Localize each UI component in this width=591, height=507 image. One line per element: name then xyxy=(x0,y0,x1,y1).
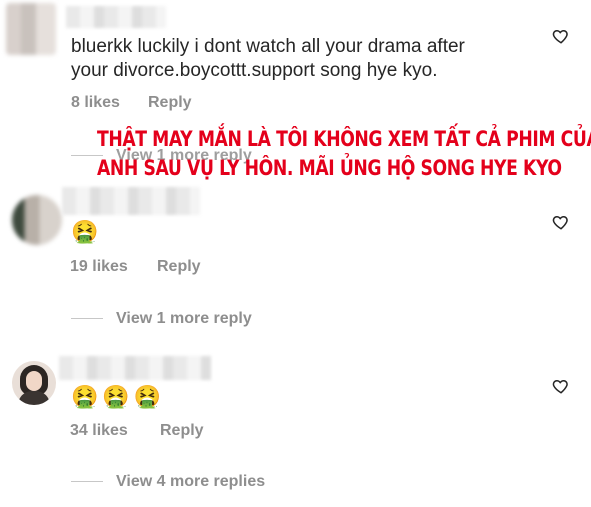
comment-text-line-1: bluerkk luckily i dont watch all your dr… xyxy=(71,36,465,57)
heart-outline-icon[interactable] xyxy=(552,213,570,231)
avatar[interactable] xyxy=(6,3,56,55)
like-count[interactable]: 34 likes xyxy=(70,422,128,440)
heart-outline-icon[interactable] xyxy=(552,377,570,395)
avatar[interactable] xyxy=(12,195,62,245)
reply-button[interactable]: Reply xyxy=(157,258,201,276)
username-blurred[interactable] xyxy=(66,6,166,28)
view-replies-link[interactable]: View 4 more replies xyxy=(116,473,265,491)
vomit-emojis: 🤮🤮🤮 xyxy=(71,384,166,409)
translation-overlay-line-2: ANH SAU VỤ LY HÔN. MÃI ỦNG HỘ SONG HYE K… xyxy=(97,156,562,180)
avatar[interactable] xyxy=(12,361,56,405)
reply-button[interactable]: Reply xyxy=(160,422,204,440)
username-blurred[interactable] xyxy=(59,356,211,380)
view-replies-divider xyxy=(71,318,103,319)
reply-button[interactable]: Reply xyxy=(148,94,192,112)
translation-overlay-line-1: THẬT MAY MẮN LÀ TÔI KHÔNG XEM TẤT CẢ PHI… xyxy=(97,127,591,151)
view-replies-link[interactable]: View 1 more reply xyxy=(116,310,252,328)
username-blurred[interactable] xyxy=(62,187,200,215)
view-replies-divider xyxy=(71,481,103,482)
like-count[interactable]: 19 likes xyxy=(70,258,128,276)
heart-outline-icon[interactable] xyxy=(552,27,570,45)
vomit-emoji: 🤮 xyxy=(71,219,99,244)
like-count[interactable]: 8 likes xyxy=(71,94,120,112)
comment-text-line-2: your divorce.boycottt.support song hye k… xyxy=(71,60,438,81)
